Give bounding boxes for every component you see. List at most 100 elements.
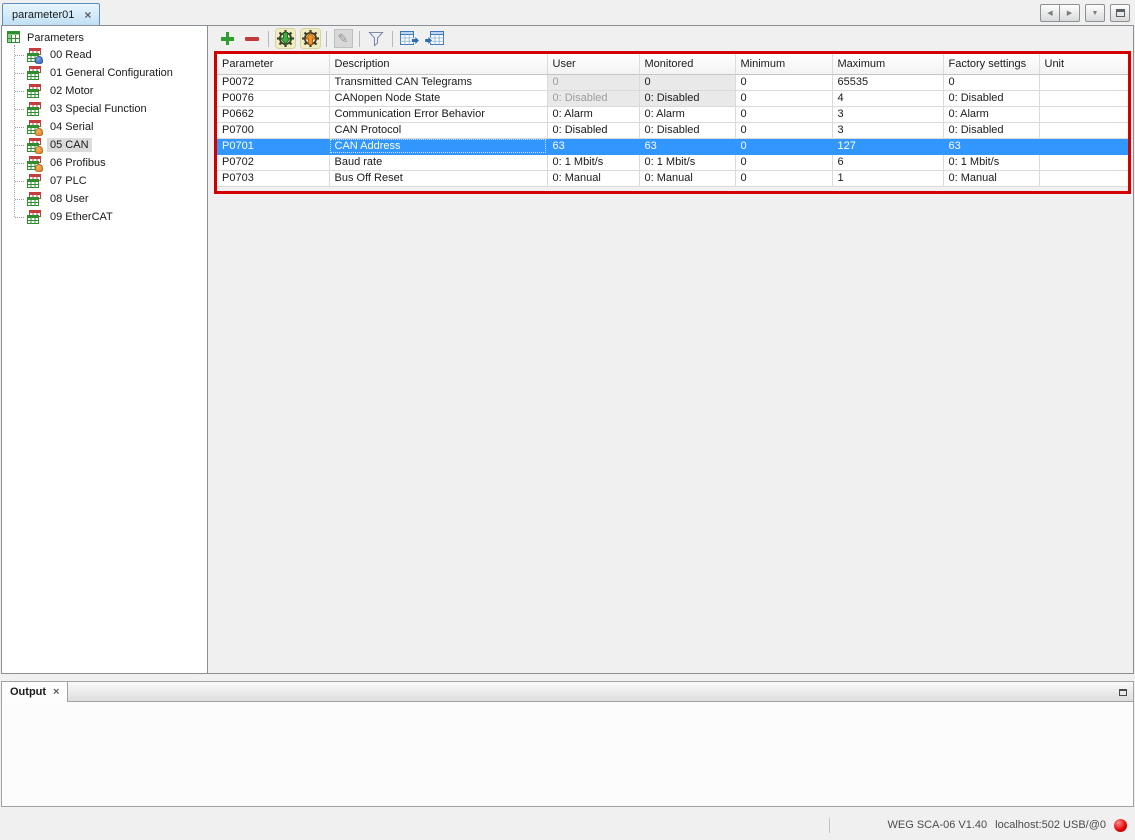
cell-P0702-maximum[interactable]: 6 — [832, 154, 943, 170]
cell-P0703-minimum[interactable]: 0 — [735, 170, 832, 186]
cell-P0702-factory[interactable]: 0: 1 Mbit/s — [943, 154, 1039, 170]
output-maximize-button[interactable] — [1115, 685, 1130, 699]
cell-P0076-description[interactable]: CANopen Node State — [329, 90, 547, 106]
cell-P0702-user[interactable]: 0: 1 Mbit/s — [547, 154, 639, 170]
cell-P0700-maximum[interactable]: 3 — [832, 122, 943, 138]
cell-P0702-description[interactable]: Baud rate — [329, 154, 547, 170]
tab-parameter01[interactable]: parameter01 × — [2, 3, 100, 25]
cell-P0703-factory[interactable]: 0: Manual — [943, 170, 1039, 186]
table-row-P0072[interactable]: P0072Transmitted CAN Telegrams000655350 — [217, 74, 1128, 90]
table-row-P0700[interactable]: P0700CAN Protocol0: Disabled0: Disabled0… — [217, 122, 1128, 138]
column-header-user[interactable]: User — [547, 54, 639, 74]
cell-P0702-unit[interactable] — [1039, 154, 1128, 170]
tab-output[interactable]: Output × — [2, 682, 68, 702]
tab-list-button[interactable]: ▼ — [1085, 4, 1105, 22]
cell-P0703-maximum[interactable]: 1 — [832, 170, 943, 186]
cell-P0072-factory[interactable]: 0 — [943, 74, 1039, 90]
cell-P0662-minimum[interactable]: 0 — [735, 106, 832, 122]
export-table-button[interactable] — [398, 28, 420, 50]
cell-P0700-factory[interactable]: 0: Disabled — [943, 122, 1039, 138]
cell-P0700-unit[interactable] — [1039, 122, 1128, 138]
write-to-device-button[interactable] — [299, 28, 321, 50]
add-parameter-button[interactable] — [216, 28, 238, 50]
cell-P0662-monitored[interactable]: 0: Alarm — [639, 106, 735, 122]
cell-P0076-minimum[interactable]: 0 — [735, 90, 832, 106]
column-header-minimum[interactable]: Minimum — [735, 54, 832, 74]
edit-parameter-button[interactable]: ✎ — [332, 28, 354, 50]
restore-window-button[interactable] — [1110, 4, 1130, 22]
remove-parameter-button[interactable] — [241, 28, 263, 50]
cell-P0072-parameter[interactable]: P0072 — [217, 74, 329, 90]
cell-P0700-minimum[interactable]: 0 — [735, 122, 832, 138]
cell-P0662-maximum[interactable]: 3 — [832, 106, 943, 122]
table-row-P0702[interactable]: P0702Baud rate0: 1 Mbit/s0: 1 Mbit/s060:… — [217, 154, 1128, 170]
cell-P0700-description[interactable]: CAN Protocol — [329, 122, 547, 138]
cell-P0700-user[interactable]: 0: Disabled — [547, 122, 639, 138]
table-row-P0703[interactable]: P0703Bus Off Reset0: Manual0: Manual010:… — [217, 170, 1128, 186]
table-row-P0662[interactable]: P0662Communication Error Behavior0: Alar… — [217, 106, 1128, 122]
cell-P0076-maximum[interactable]: 4 — [832, 90, 943, 106]
cell-P0701-unit[interactable] — [1039, 138, 1128, 154]
column-header-monitored[interactable]: Monitored — [639, 54, 735, 74]
cell-P0072-description[interactable]: Transmitted CAN Telegrams — [329, 74, 547, 90]
table-row-P0076[interactable]: P0076CANopen Node State0: Disabled0: Dis… — [217, 90, 1128, 106]
cell-P0702-minimum[interactable]: 0 — [735, 154, 832, 170]
tree-item-04-serial[interactable]: 04 Serial — [13, 118, 207, 136]
cell-P0701-description[interactable]: CAN Address — [329, 138, 547, 154]
cell-P0072-unit[interactable] — [1039, 74, 1128, 90]
cell-P0701-user[interactable]: 63 — [547, 138, 639, 154]
table-row-P0701[interactable]: P0701CAN Address6363012763 — [217, 138, 1128, 154]
cell-P0072-user[interactable]: 0 — [547, 74, 639, 90]
column-header-maximum[interactable]: Maximum — [832, 54, 943, 74]
column-header-unit[interactable]: Unit — [1039, 54, 1128, 74]
cell-P0702-parameter[interactable]: P0702 — [217, 154, 329, 170]
tree-item-05-can[interactable]: 05 CAN — [13, 136, 207, 154]
cell-P0662-unit[interactable] — [1039, 106, 1128, 122]
cell-P0076-unit[interactable] — [1039, 90, 1128, 106]
cell-P0700-monitored[interactable]: 0: Disabled — [639, 122, 735, 138]
cell-P0072-monitored[interactable]: 0 — [639, 74, 735, 90]
read-from-device-button[interactable] — [274, 28, 296, 50]
cell-P0703-description[interactable]: Bus Off Reset — [329, 170, 547, 186]
tab-scroll-left-button[interactable]: ◀ — [1040, 4, 1060, 22]
tree-item-00-read[interactable]: 00 Read — [13, 46, 207, 64]
cell-P0703-unit[interactable] — [1039, 170, 1128, 186]
filter-button[interactable] — [365, 28, 387, 50]
tab-scroll-right-button[interactable]: ▶ — [1060, 4, 1080, 22]
cell-P0703-monitored[interactable]: 0: Manual — [639, 170, 735, 186]
cell-P0701-minimum[interactable]: 0 — [735, 138, 832, 154]
tree-item-03-special-function[interactable]: 03 Special Function — [13, 100, 207, 118]
cell-P0703-user[interactable]: 0: Manual — [547, 170, 639, 186]
tree-root-parameters[interactable]: Parameters — [2, 29, 207, 46]
cell-P0662-user[interactable]: 0: Alarm — [547, 106, 639, 122]
cell-P0662-description[interactable]: Communication Error Behavior — [329, 106, 547, 122]
cell-P0701-monitored[interactable]: 63 — [639, 138, 735, 154]
column-header-factory-settings[interactable]: Factory settings — [943, 54, 1039, 74]
tree-item-06-profibus[interactable]: 06 Profibus — [13, 154, 207, 172]
cell-P0702-monitored[interactable]: 0: 1 Mbit/s — [639, 154, 735, 170]
import-table-button[interactable] — [423, 28, 445, 50]
cell-P0072-minimum[interactable]: 0 — [735, 74, 832, 90]
cell-P0703-parameter[interactable]: P0703 — [217, 170, 329, 186]
horizontal-splitter[interactable] — [0, 674, 1135, 681]
tree-item-09-ethercat[interactable]: 09 EtherCAT — [13, 208, 207, 226]
cell-P0072-maximum[interactable]: 65535 — [832, 74, 943, 90]
tree-item-02-motor[interactable]: 02 Motor — [13, 82, 207, 100]
cell-P0076-user[interactable]: 0: Disabled — [547, 90, 639, 106]
tree-item-01-general-configuration[interactable]: 01 General Configuration — [13, 64, 207, 82]
cell-P0662-parameter[interactable]: P0662 — [217, 106, 329, 122]
cell-P0701-maximum[interactable]: 127 — [832, 138, 943, 154]
cell-P0701-parameter[interactable]: P0701 — [217, 138, 329, 154]
cell-P0076-parameter[interactable]: P0076 — [217, 90, 329, 106]
cell-P0701-factory[interactable]: 63 — [943, 138, 1039, 154]
cell-P0700-parameter[interactable]: P0700 — [217, 122, 329, 138]
cell-P0076-factory[interactable]: 0: Disabled — [943, 90, 1039, 106]
column-header-description[interactable]: Description — [329, 54, 547, 74]
cell-P0076-monitored[interactable]: 0: Disabled — [639, 90, 735, 106]
cell-P0662-factory[interactable]: 0: Alarm — [943, 106, 1039, 122]
column-header-parameter[interactable]: Parameter — [217, 54, 329, 74]
tab-close-icon[interactable]: × — [84, 10, 91, 20]
output-close-icon[interactable]: × — [53, 687, 59, 697]
tree-item-07-plc[interactable]: 07 PLC — [13, 172, 207, 190]
tree-item-08-user[interactable]: 08 User — [13, 190, 207, 208]
